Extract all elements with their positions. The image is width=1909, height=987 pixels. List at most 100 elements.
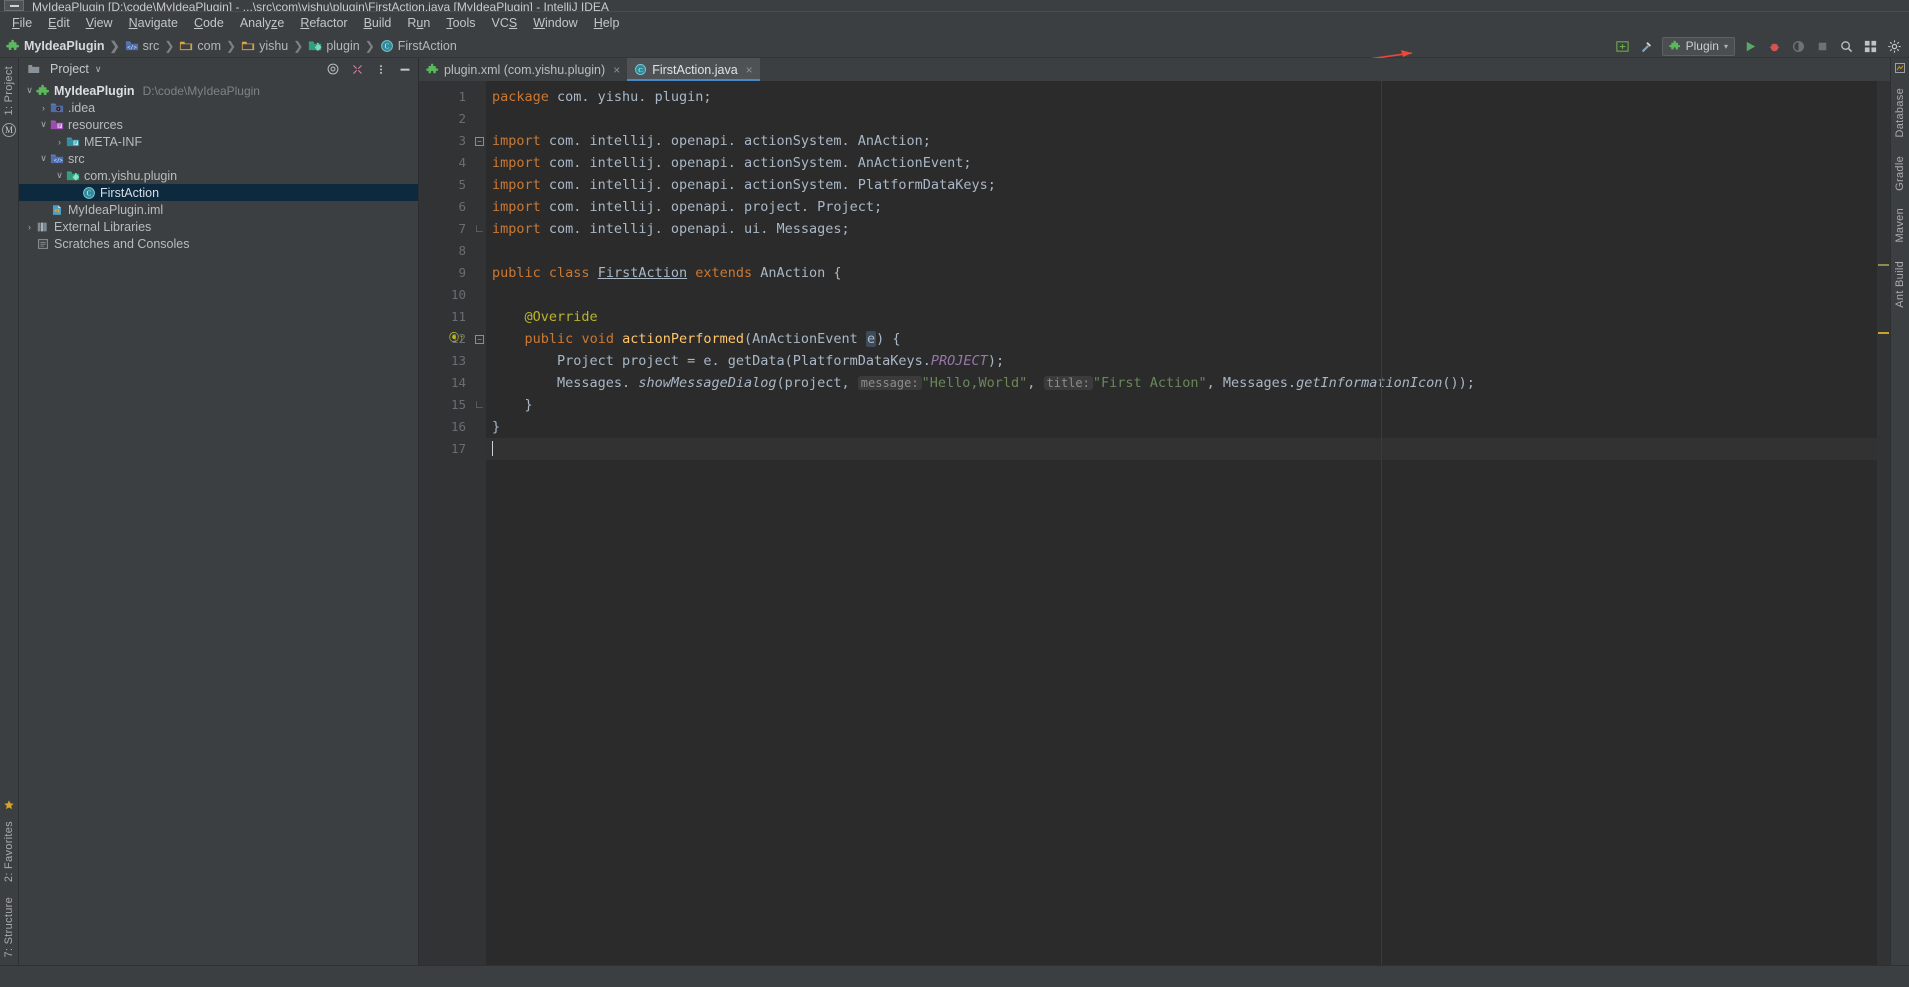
tree-twisty[interactable]: ∨: [23, 85, 36, 96]
fold-end-icon: ∟: [474, 399, 485, 411]
code-line-17: [486, 438, 1877, 460]
editor-tab-label: FirstAction.java: [652, 62, 738, 77]
hide-panel-icon[interactable]: [398, 63, 412, 76]
menu-tools[interactable]: Tools: [438, 14, 483, 32]
inspection-marker[interactable]: [1878, 264, 1889, 266]
editor-marker-bar[interactable]: [1877, 81, 1890, 965]
editor-tab-firstaction-java[interactable]: C FirstAction.java ×: [627, 58, 761, 81]
stop-button[interactable]: [1814, 38, 1831, 55]
line-number: 10: [450, 287, 466, 302]
editor-tab-plugin-xml[interactable]: plugin.xml (com.yishu.plugin) ×: [419, 58, 627, 81]
tree-node-firstaction[interactable]: C FirstAction: [19, 184, 418, 201]
tool-window-project-label[interactable]: 1: Project: [3, 62, 15, 119]
warning-bulb-icon[interactable]: ⦿↑: [449, 329, 464, 344]
editor-fold-column[interactable]: − ∟ − ∟: [473, 81, 486, 965]
editor-gutter[interactable]: 1 2 3 4 5 6 7 8 9 10 11 12 13 14 15 16 1: [419, 81, 473, 965]
tree-node-path: D:\code\MyIdeaPlugin: [142, 83, 260, 98]
close-icon[interactable]: ×: [746, 63, 753, 77]
tool-window-structure-label[interactable]: 7: Structure: [3, 893, 15, 961]
plugin-puzzle-icon: [426, 63, 439, 74]
menu-code[interactable]: Code: [186, 14, 232, 32]
menu-run[interactable]: Run: [399, 14, 438, 32]
tool-window-ant-build-label[interactable]: Ant Build: [1894, 257, 1906, 312]
tree-node-myideaplugin[interactable]: ∨ MyIdeaPlugin D:\code\MyIdeaPlugin: [19, 82, 418, 99]
breadcrumb-item-project[interactable]: MyIdeaPlugin ❯: [6, 39, 125, 53]
fold-region-imports-end[interactable]: ∟: [473, 218, 486, 240]
tree-twisty[interactable]: ∨: [37, 153, 50, 164]
left-tool-strip: 1: Project M 2: Favorites 7: Structure: [0, 58, 19, 965]
tree-node-scratches-and-consoles[interactable]: Scratches and Consoles: [19, 235, 418, 252]
target-locate-icon[interactable]: [326, 62, 340, 76]
code-line-13: Project project = e. getData(PlatformDat…: [486, 350, 1877, 372]
tree-node-package-com-yishu-plugin[interactable]: ∨ com.yishu.plugin: [19, 167, 418, 184]
tree-twisty[interactable]: ›: [23, 222, 36, 232]
run-configuration-selector[interactable]: Plugin ▾: [1661, 36, 1735, 56]
close-icon[interactable]: ×: [613, 63, 620, 77]
code-editor-canvas[interactable]: package com. yishu. plugin; import com. …: [486, 81, 1877, 965]
breadcrumb-item-yishu[interactable]: yishu ❯: [241, 39, 308, 53]
maven-tool-icon[interactable]: M: [2, 123, 16, 138]
breadcrumb-item-com[interactable]: com ❯: [179, 39, 241, 53]
menu-vcs[interactable]: VCS: [484, 14, 526, 32]
tool-window-database-label[interactable]: Database: [1894, 84, 1906, 142]
breadcrumb-item-class[interactable]: C FirstAction: [380, 39, 457, 53]
menu-view[interactable]: View: [78, 14, 121, 32]
tool-window-maven-label[interactable]: Maven: [1894, 204, 1906, 247]
minimize-button[interactable]: [4, 0, 24, 11]
tool-window-favorites-label[interactable]: 2: Favorites: [3, 817, 15, 886]
menu-edit[interactable]: Edit: [40, 14, 78, 32]
fold-region-imports[interactable]: −: [473, 130, 486, 152]
folder-icon: [180, 41, 193, 50]
tool-window-gradle-label[interactable]: Gradle: [1894, 152, 1906, 195]
breadcrumb-separator: ❯: [164, 38, 175, 53]
menu-window[interactable]: Window: [525, 14, 585, 32]
code-text: (project,: [776, 375, 858, 391]
debug-button[interactable]: [1766, 38, 1783, 55]
fold-region-method-end[interactable]: ∟: [473, 394, 486, 416]
tree-twisty[interactable]: ∨: [53, 170, 66, 181]
tree-node-resources[interactable]: ∨ resources: [19, 116, 418, 133]
menu-refactor[interactable]: Refactor: [292, 14, 355, 32]
tree-node-meta-inf[interactable]: › META-INF: [19, 133, 418, 150]
code-line-3: import com. intellij. openapi. actionSys…: [486, 130, 1877, 152]
breadcrumb-label: src: [142, 38, 160, 53]
run-button[interactable]: [1742, 38, 1759, 55]
breadcrumb-item-src[interactable]: </> src ❯: [125, 39, 180, 53]
menu-analyze[interactable]: Analyze: [232, 14, 292, 32]
tree-node-src[interactable]: ∨ </> src: [19, 150, 418, 167]
code-keyword: import: [492, 133, 541, 149]
fold-region-method[interactable]: −: [473, 328, 486, 350]
inspection-marker[interactable]: [1878, 332, 1889, 334]
tree-twisty[interactable]: ›: [53, 137, 66, 147]
code-line-4: import com. intellij. openapi. actionSys…: [486, 152, 1877, 174]
menu-build[interactable]: Build: [356, 14, 400, 32]
folder-icon: [241, 41, 255, 50]
layout-settings-icon[interactable]: [1862, 38, 1879, 55]
favorites-star-icon[interactable]: [3, 799, 15, 811]
tree-node-external-libraries[interactable]: › External Libraries: [19, 218, 418, 235]
code-text: (AnActionEvent: [744, 331, 866, 347]
settings-gear-icon[interactable]: [1886, 38, 1903, 55]
menu-help[interactable]: Help: [586, 14, 628, 32]
coverage-button[interactable]: [1790, 38, 1807, 55]
tree-twisty[interactable]: ›: [37, 103, 50, 113]
chevron-down-icon: ▾: [1723, 41, 1728, 51]
chevron-down-icon[interactable]: ∨: [95, 64, 102, 75]
collapse-all-icon[interactable]: [351, 63, 364, 76]
more-options-icon[interactable]: [375, 63, 387, 76]
project-tree[interactable]: ∨ MyIdeaPlugin D:\code\MyIdeaPlugin › .i…: [19, 80, 418, 965]
tree-node-iml-file[interactable]: MyIdeaPlugin.iml: [19, 201, 418, 218]
menu-file[interactable]: File: [4, 14, 40, 32]
sciview-icon[interactable]: [1894, 62, 1906, 74]
tree-twisty[interactable]: ∨: [37, 119, 50, 130]
breadcrumb-item-plugin[interactable]: plugin ❯: [308, 39, 379, 53]
tree-node-idea[interactable]: › .idea: [19, 99, 418, 116]
build-hammer-icon[interactable]: [1638, 38, 1655, 55]
search-everywhere-icon[interactable]: [1838, 38, 1855, 55]
update-project-icon[interactable]: [1614, 38, 1631, 55]
menu-navigate[interactable]: Navigate: [121, 14, 186, 32]
plugin-puzzle-icon: [6, 39, 20, 50]
tree-node-label: MyIdeaPlugin.iml: [68, 202, 164, 217]
